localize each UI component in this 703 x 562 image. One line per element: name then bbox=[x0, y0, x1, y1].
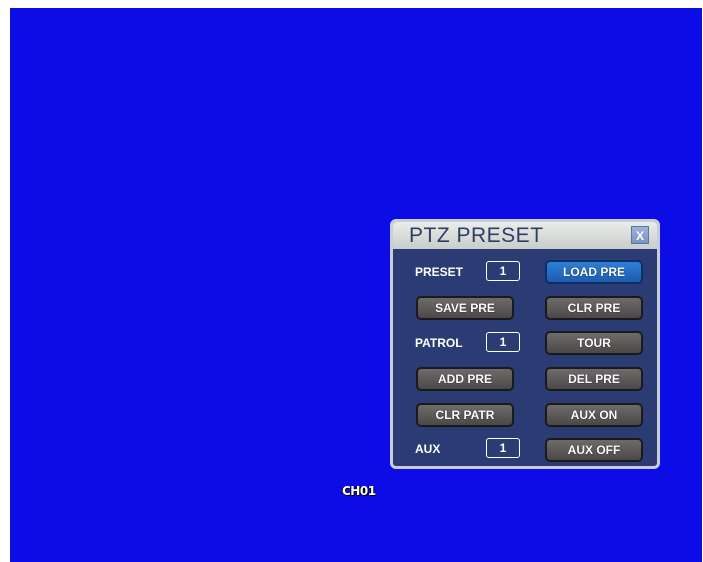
channel-label: CH01 bbox=[342, 484, 376, 498]
preset-label: PRESET bbox=[415, 265, 464, 279]
patrol-label: PATROL bbox=[415, 336, 463, 350]
panel-title-bar[interactable]: PTZ PRESET X bbox=[393, 222, 657, 249]
preset-number-field[interactable]: 1 bbox=[486, 261, 520, 281]
aux-on-button[interactable]: AUX ON bbox=[545, 403, 643, 427]
clr-pre-button[interactable]: CLR PRE bbox=[545, 296, 643, 320]
aux-label: AUX bbox=[415, 442, 441, 456]
video-screen: CH01 PTZ PRESET X PRESET 1 LOAD PRE SAVE… bbox=[10, 8, 702, 562]
aux-off-button[interactable]: AUX OFF bbox=[545, 438, 643, 462]
ptz-preset-panel: PTZ PRESET X PRESET 1 LOAD PRE SAVE PRE … bbox=[390, 219, 660, 469]
aux-number-field[interactable]: 1 bbox=[486, 438, 520, 458]
clr-patr-button[interactable]: CLR PATR bbox=[416, 403, 514, 427]
close-button[interactable]: X bbox=[631, 226, 649, 244]
load-pre-button[interactable]: LOAD PRE bbox=[545, 260, 643, 284]
save-pre-button[interactable]: SAVE PRE bbox=[416, 296, 514, 320]
tour-button[interactable]: TOUR bbox=[545, 331, 643, 355]
del-pre-button[interactable]: DEL PRE bbox=[545, 367, 643, 391]
patrol-number-field[interactable]: 1 bbox=[486, 332, 520, 352]
panel-title: PTZ PRESET bbox=[409, 224, 544, 247]
add-pre-button[interactable]: ADD PRE bbox=[416, 367, 514, 391]
